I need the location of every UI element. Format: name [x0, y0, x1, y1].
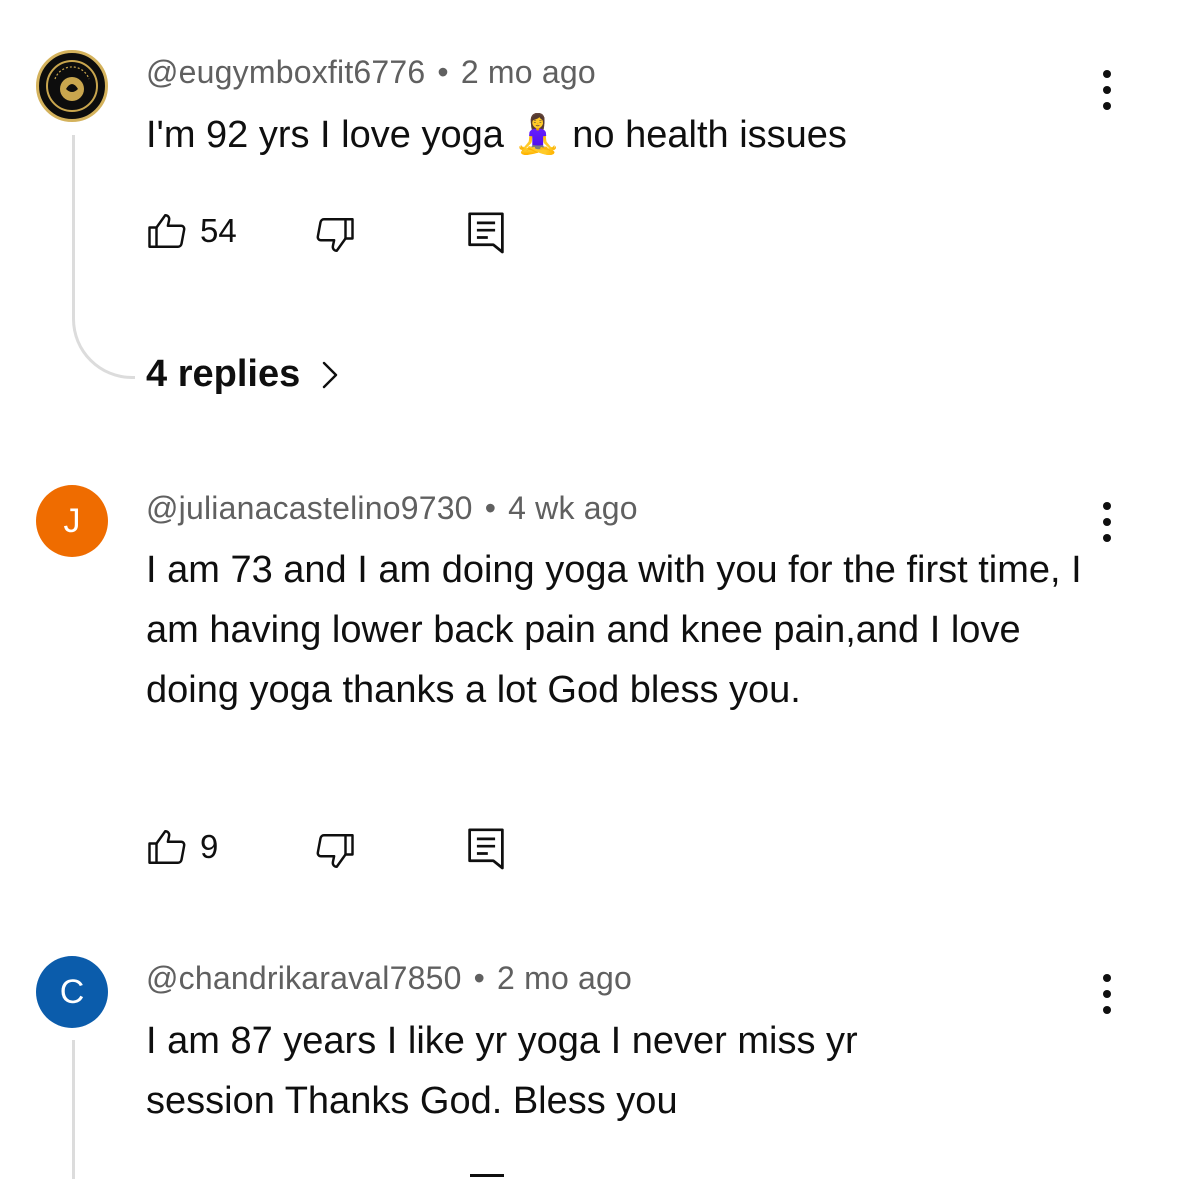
avatar[interactable] — [36, 50, 108, 122]
thread-curve — [72, 300, 135, 379]
thread-line — [72, 1040, 75, 1179]
like-count: 9 — [200, 828, 219, 865]
thumbs-down-icon — [316, 834, 354, 868]
dot — [1103, 1006, 1111, 1014]
thumbs-up-icon — [148, 214, 186, 248]
dot — [1103, 518, 1111, 526]
avatar[interactable]: C — [36, 956, 108, 1028]
comment-text: I am 73 and I am doing yoga with you for… — [146, 549, 1082, 711]
comment-time: 2 mo ago — [460, 54, 596, 90]
author-handle[interactable]: @julianacastelino9730 — [146, 490, 473, 526]
meta-separator: • — [473, 960, 485, 996]
reply-button[interactable] — [466, 210, 506, 254]
author-handle[interactable]: @chandrikaraval7850 — [146, 960, 462, 996]
gym-logo-icon — [46, 60, 98, 112]
comment-reply-icon — [468, 212, 504, 254]
more-options-button[interactable] — [1090, 972, 1124, 1016]
comment-reply-icon — [468, 828, 504, 870]
meta-separator: • — [437, 54, 449, 90]
replies-label: 4 replies — [146, 353, 301, 395]
avatar-letter: C — [59, 972, 85, 1011]
chevron-right-icon — [323, 361, 338, 388]
dot — [1103, 102, 1111, 110]
dot — [1103, 502, 1111, 510]
comment-text: I'm 92 yrs I love yoga 🧘‍♀️ no health is… — [146, 114, 847, 156]
more-options-button[interactable] — [1090, 68, 1124, 112]
avatar[interactable]: J — [36, 485, 108, 557]
dot — [1103, 990, 1111, 998]
meta-separator: • — [484, 490, 497, 526]
dot — [1103, 86, 1111, 94]
reply-button[interactable] — [466, 826, 506, 870]
comment-text: I am 87 years I like yr yoga I never mis… — [146, 1020, 858, 1122]
comment-meta: @chandrikaraval7850 • 2 mo ago — [146, 960, 632, 997]
comment-meta: @eugymboxfit6776 • 2 mo ago — [146, 54, 596, 91]
comment-time: 4 wk ago — [508, 490, 638, 526]
dot — [1103, 534, 1111, 542]
comment-meta: @julianacastelino9730 • 4 wk ago — [146, 490, 638, 527]
comment-time: 2 mo ago — [497, 960, 633, 996]
dislike-button[interactable] — [314, 214, 356, 256]
like-count: 54 — [200, 212, 237, 249]
thumbs-up-icon — [148, 830, 186, 864]
avatar-letter: J — [63, 501, 81, 540]
thread-line — [72, 135, 75, 315]
partial-reply-icon — [470, 1174, 504, 1177]
like-button[interactable]: 9 — [146, 826, 218, 868]
author-handle[interactable]: @eugymboxfit6776 — [146, 54, 425, 90]
view-replies-button[interactable]: 4 replies — [146, 353, 338, 396]
thumbs-down-icon — [316, 218, 354, 252]
dot — [1103, 70, 1111, 78]
more-options-button[interactable] — [1090, 500, 1124, 544]
dislike-button[interactable] — [314, 830, 356, 872]
like-button[interactable]: 54 — [146, 210, 237, 252]
dot — [1103, 974, 1111, 982]
